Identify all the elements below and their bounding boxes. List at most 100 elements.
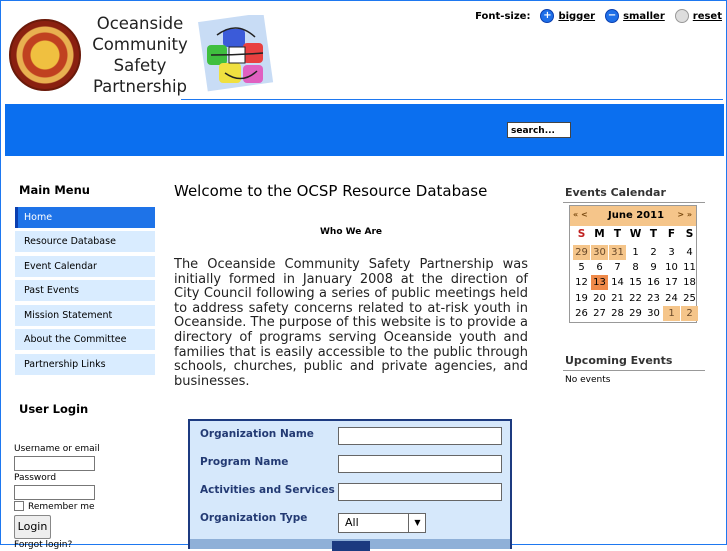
font-size-label: Font-size: bbox=[475, 10, 531, 22]
chevron-down-icon[interactable]: ▼ bbox=[408, 513, 426, 533]
calendar-day[interactable]: 15 bbox=[627, 275, 644, 290]
calendar-day[interactable]: 8 bbox=[627, 260, 644, 275]
calendar-day[interactable]: 3 bbox=[663, 245, 680, 260]
calendar-day[interactable]: 23 bbox=[645, 291, 662, 306]
site-title-line: Partnership bbox=[92, 77, 188, 96]
section-heading: Who We Are bbox=[319, 227, 382, 237]
calendar-day[interactable]: 31 bbox=[609, 245, 626, 260]
menu-item-past-events[interactable]: Past Events bbox=[15, 280, 155, 301]
site-title-line: Community bbox=[92, 35, 188, 54]
menu-item-about-committee[interactable]: About the Committee bbox=[15, 329, 155, 350]
calendar-day[interactable]: 26 bbox=[573, 306, 590, 321]
mini-calendar: « < June 2011 > » S M T W T F S 29 30 31 1 2 3 4 5 6 7 8 9… bbox=[569, 205, 698, 323]
upcoming-events-title: Upcoming Events bbox=[565, 354, 673, 367]
program-name-input[interactable] bbox=[338, 455, 502, 473]
resource-search-form: Organization Name Program Name Activitie… bbox=[188, 419, 512, 551]
calendar-day[interactable]: 2 bbox=[681, 305, 698, 321]
username-field[interactable] bbox=[14, 456, 95, 471]
menu-item-event-calendar[interactable]: Event Calendar bbox=[15, 256, 155, 277]
calendar-next-nav[interactable]: > » bbox=[677, 210, 692, 219]
menu-item-mission-statement[interactable]: Mission Statement bbox=[15, 305, 155, 326]
divider bbox=[563, 370, 705, 371]
site-header: Oceanside Community Safety Partnership F… bbox=[1, 1, 727, 103]
activities-services-input[interactable] bbox=[338, 483, 502, 501]
calendar-day[interactable]: 5 bbox=[573, 260, 590, 275]
search-submit-button[interactable] bbox=[332, 541, 370, 551]
site-title[interactable]: Oceanside Community Safety Partnership bbox=[85, 13, 195, 97]
calendar-day[interactable]: 25 bbox=[681, 291, 698, 306]
organization-name-input[interactable] bbox=[338, 427, 502, 445]
calendar-prev-nav[interactable]: « < bbox=[573, 210, 588, 219]
calendar-day[interactable]: 29 bbox=[573, 245, 590, 260]
font-reset-link[interactable]: reset bbox=[693, 11, 722, 22]
plus-icon[interactable]: + bbox=[540, 9, 555, 23]
calendar-day[interactable]: 13 bbox=[591, 275, 608, 291]
organization-name-label: Organization Name bbox=[200, 428, 314, 440]
main-menu-title: Main Menu bbox=[19, 183, 90, 197]
search-input[interactable]: search... bbox=[507, 122, 571, 138]
username-label: Username or email bbox=[14, 444, 100, 454]
organization-type-label: Organization Type bbox=[200, 512, 308, 524]
calendar-day-of-week: M bbox=[594, 228, 605, 240]
no-events-text: No events bbox=[565, 375, 611, 385]
reset-icon[interactable] bbox=[674, 9, 689, 23]
minus-icon[interactable]: − bbox=[605, 9, 620, 23]
calendar-day[interactable]: 20 bbox=[591, 291, 608, 306]
calendar-day-of-week: F bbox=[667, 228, 676, 240]
calendar-day-of-week: S bbox=[577, 228, 586, 240]
calendar-day[interactable]: 14 bbox=[609, 275, 626, 290]
forgot-login-link[interactable]: Forgot login? bbox=[14, 540, 72, 550]
calendar-month: June 2011 bbox=[608, 210, 665, 221]
calendar-day[interactable]: 11 bbox=[681, 260, 698, 275]
calendar-day-of-week: T bbox=[649, 228, 658, 240]
calendar-day[interactable]: 12 bbox=[573, 275, 590, 290]
calendar-day[interactable]: 27 bbox=[591, 306, 608, 321]
calendar-day[interactable]: 24 bbox=[663, 291, 680, 306]
site-title-line: Oceanside bbox=[96, 14, 184, 33]
calendar-day-of-week: T bbox=[613, 228, 622, 240]
calendar-day[interactable]: 9 bbox=[645, 260, 662, 275]
calendar-day[interactable]: 16 bbox=[645, 275, 662, 290]
calendar-day[interactable]: 6 bbox=[591, 260, 608, 275]
intro-paragraph: The Oceanside Community Safety Partnersh… bbox=[174, 257, 528, 389]
calendar-day[interactable]: 17 bbox=[663, 275, 680, 290]
font-smaller-link[interactable]: smaller bbox=[623, 11, 665, 22]
calendar-day[interactable]: 30 bbox=[591, 245, 608, 260]
calendar-day[interactable]: 19 bbox=[573, 291, 590, 306]
menu-item-home[interactable]: Home bbox=[15, 207, 155, 228]
divider bbox=[563, 202, 705, 203]
site-title-line: Safety bbox=[113, 56, 167, 75]
activities-services-label: Activities and Services bbox=[200, 484, 335, 496]
password-label: Password bbox=[14, 473, 57, 483]
user-login-title: User Login bbox=[19, 402, 89, 416]
calendar-day[interactable]: 1 bbox=[663, 305, 680, 321]
font-bigger-link[interactable]: bigger bbox=[558, 11, 595, 22]
calendar-day[interactable]: 28 bbox=[609, 306, 626, 321]
menu-item-partnership-links[interactable]: Partnership Links bbox=[15, 354, 155, 375]
login-button[interactable]: Login bbox=[14, 515, 51, 539]
nav-banner bbox=[5, 104, 724, 156]
calendar-day[interactable]: 10 bbox=[663, 260, 680, 275]
password-field[interactable] bbox=[14, 485, 95, 500]
calendar-day[interactable]: 7 bbox=[609, 260, 626, 275]
calendar-header: « < June 2011 > » bbox=[570, 206, 696, 226]
calendar-day-of-week: S bbox=[685, 228, 694, 240]
calendar-day[interactable]: 22 bbox=[627, 291, 644, 306]
calendar-day[interactable]: 4 bbox=[681, 245, 698, 260]
calendar-day[interactable]: 21 bbox=[609, 291, 626, 306]
remember-me-checkbox[interactable] bbox=[14, 501, 24, 511]
city-seal-logo bbox=[9, 19, 81, 91]
header-divider bbox=[181, 99, 723, 100]
events-calendar-title: Events Calendar bbox=[565, 186, 666, 199]
page-title: Welcome to the OCSP Resource Database bbox=[174, 182, 488, 200]
hands-logo-icon bbox=[198, 15, 274, 92]
calendar-day[interactable]: 1 bbox=[627, 245, 644, 260]
calendar-day[interactable]: 29 bbox=[627, 306, 644, 321]
calendar-day[interactable]: 30 bbox=[645, 306, 662, 321]
font-size-controls: Font-size: + bigger − smaller reset bbox=[475, 9, 722, 23]
calendar-day[interactable]: 2 bbox=[645, 245, 662, 260]
menu-item-resource-database[interactable]: Resource Database bbox=[15, 231, 155, 252]
calendar-day-of-week: W bbox=[629, 228, 642, 240]
calendar-day[interactable]: 18 bbox=[681, 275, 698, 290]
remember-me-label: Remember me bbox=[28, 502, 95, 512]
